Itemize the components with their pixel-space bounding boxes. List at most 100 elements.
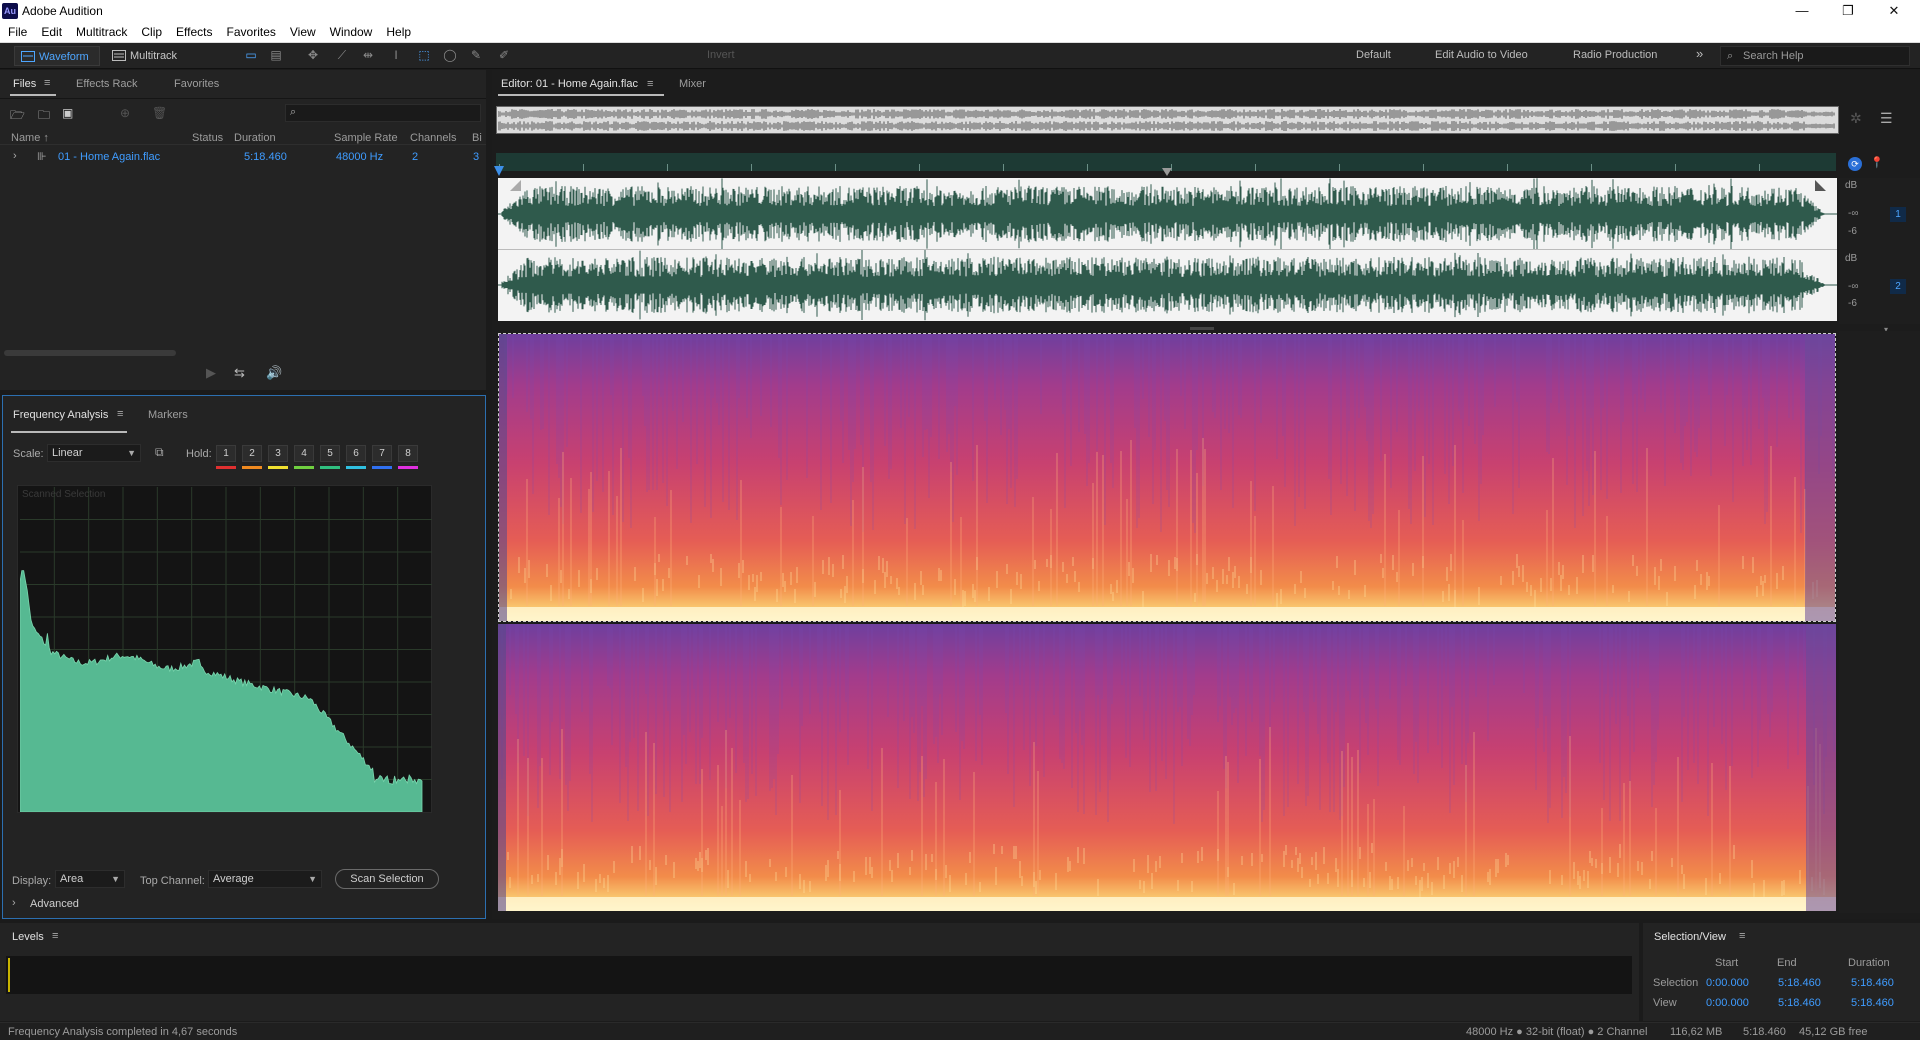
expand-chevron-icon[interactable]: › <box>13 150 17 162</box>
tab-markers[interactable]: Markers <box>148 409 188 421</box>
hold-button-1[interactable]: 1 <box>216 445 236 462</box>
advanced-toggle[interactable]: Advanced <box>30 898 79 910</box>
slip-tool-icon[interactable]: ⇹ <box>360 48 376 63</box>
files-horizontal-scrollbar[interactable] <box>4 350 176 356</box>
menu-view[interactable]: View <box>282 22 322 39</box>
menu-effects[interactable]: Effects <box>168 22 218 39</box>
column-sample-rate[interactable]: Sample Rate <box>334 132 398 144</box>
brush-selection-icon[interactable]: ✎ <box>468 48 484 63</box>
display-dropdown[interactable]: Area ▼ <box>55 870 125 888</box>
multitrack-mode-button[interactable]: Multitrack <box>106 46 187 66</box>
chevron-down-icon: ▼ <box>308 874 317 884</box>
advanced-chevron-icon[interactable]: › <box>12 897 16 909</box>
waveform-mode-button[interactable]: Waveform <box>14 46 100 66</box>
panel-menu-icon[interactable]: ≡ <box>647 78 653 90</box>
tab-selection-view[interactable]: Selection/View <box>1654 931 1726 943</box>
tab-effects-rack[interactable]: Effects Rack <box>76 78 138 90</box>
view-splitter[interactable] <box>1190 327 1214 330</box>
selection-start[interactable]: 0:00.000 <box>1706 977 1749 989</box>
invert-button[interactable]: Invert <box>707 49 735 61</box>
loop-preview-icon[interactable]: ⇆ <box>234 365 245 381</box>
waveform-icon <box>21 51 35 62</box>
razor-tool-icon[interactable]: ⟋ <box>334 48 350 63</box>
spot-healing-icon[interactable]: ✐ <box>496 48 512 63</box>
time-selection-icon[interactable]: I <box>388 48 404 63</box>
pin-icon[interactable]: 📍 <box>1870 156 1884 169</box>
spectral-pitch-icon[interactable]: ▤ <box>268 48 284 63</box>
menu-clip[interactable]: Clip <box>133 22 168 39</box>
channel-1-badge[interactable]: 1 <box>1890 207 1906 222</box>
view-duration[interactable]: 5:18.460 <box>1851 997 1894 1009</box>
timeline-tick <box>1507 164 1508 171</box>
spectrum-area <box>20 570 423 812</box>
move-tool-icon[interactable]: ✥ <box>305 48 321 63</box>
layout-toggle-icon[interactable]: ☰ <box>1880 110 1893 127</box>
scale-dropdown[interactable]: Linear ▼ <box>47 444 141 462</box>
import-file-icon[interactable]: 🗀 <box>38 106 50 127</box>
minimize-button[interactable]: — <box>1780 0 1824 22</box>
hold-button-8[interactable]: 8 <box>398 445 418 462</box>
menu-window[interactable]: Window <box>322 22 379 39</box>
panel-menu-icon[interactable]: ≡ <box>1739 930 1745 942</box>
sync-icon[interactable]: ⟳ <box>1848 157 1862 171</box>
status-duration: 5:18.460 <box>1743 1026 1786 1038</box>
play-preview-icon[interactable]: ▶ <box>206 365 216 381</box>
close-button[interactable]: ✕ <box>1872 0 1916 22</box>
volume-icon[interactable]: 🔊 <box>266 365 282 381</box>
menu-multitrack[interactable]: Multitrack <box>68 22 133 39</box>
insert-into-multitrack-icon[interactable]: ⊕ <box>120 106 130 120</box>
tab-mixer[interactable]: Mixer <box>679 78 706 90</box>
file-duration: 5:18.460 <box>244 151 287 163</box>
hold-button-5[interactable]: 5 <box>320 445 340 462</box>
spectral-fade-out <box>1805 334 1835 621</box>
tab-levels[interactable]: Levels <box>12 931 44 943</box>
overview-waveform <box>498 109 1835 131</box>
status-bar: Frequency Analysis completed in 4,67 sec… <box>0 1022 1920 1040</box>
tab-editor[interactable]: Editor: 01 - Home Again.flac <box>501 78 638 90</box>
workspace-default[interactable]: Default <box>1356 49 1391 61</box>
column-bits[interactable]: Bi <box>472 132 482 144</box>
top-channel-dropdown[interactable]: Average ▼ <box>208 870 322 888</box>
menu-edit[interactable]: Edit <box>33 22 68 39</box>
column-channels[interactable]: Channels <box>410 132 456 144</box>
files-search-input[interactable]: ⌕ <box>285 104 481 122</box>
panel-menu-icon[interactable]: ≡ <box>117 408 123 420</box>
hold-button-3[interactable]: 3 <box>268 445 288 462</box>
tab-frequency-analysis[interactable]: Frequency Analysis <box>13 409 108 421</box>
column-status[interactable]: Status <box>192 132 223 144</box>
panel-menu-icon[interactable]: ≡ <box>52 930 58 942</box>
selection-duration[interactable]: 5:18.460 <box>1851 977 1894 989</box>
tab-favorites[interactable]: Favorites <box>174 78 219 90</box>
workspace-radio-production[interactable]: Radio Production <box>1573 49 1657 61</box>
new-file-icon[interactable]: ▣ <box>62 106 73 120</box>
hold-color-4 <box>294 466 314 469</box>
view-end[interactable]: 5:18.460 <box>1778 997 1821 1009</box>
panel-menu-icon[interactable]: ≡ <box>44 77 50 89</box>
workspace-edit-audio-to-video[interactable]: Edit Audio to Video <box>1435 49 1528 61</box>
column-name[interactable]: Name ↑ <box>11 132 49 144</box>
open-file-icon[interactable]: 🗁 <box>10 106 25 127</box>
menu-favorites[interactable]: Favorites <box>219 22 282 39</box>
menu-help[interactable]: Help <box>378 22 417 39</box>
hold-button-4[interactable]: 4 <box>294 445 314 462</box>
delete-file-icon[interactable]: 🗑 <box>152 106 167 120</box>
maximize-button[interactable]: ❐ <box>1826 0 1870 22</box>
column-duration[interactable]: Duration <box>234 132 276 144</box>
workspaces-overflow-button[interactable]: » <box>1696 46 1703 61</box>
hold-button-2[interactable]: 2 <box>242 445 262 462</box>
selection-end[interactable]: 5:18.460 <box>1778 977 1821 989</box>
view-start[interactable]: 0:00.000 <box>1706 997 1749 1009</box>
file-row[interactable]: › ⊪ 01 - Home Again.flac 5:18.460 48000 … <box>0 150 486 166</box>
snapshot-icon[interactable]: ⧉ <box>155 445 164 460</box>
spectral-display-icon[interactable]: ▭ <box>243 48 259 63</box>
search-help-input[interactable]: ⌕ Search Help <box>1720 46 1910 66</box>
channel-2-badge[interactable]: 2 <box>1890 279 1906 294</box>
scan-selection-button[interactable]: Scan Selection <box>335 869 439 889</box>
hold-button-7[interactable]: 7 <box>372 445 392 462</box>
tab-files[interactable]: Files <box>13 78 36 90</box>
zoom-settings-icon[interactable]: ✲ <box>1850 110 1862 127</box>
lasso-selection-icon[interactable]: ◯ <box>442 48 458 63</box>
marquee-selection-icon[interactable]: ⬚ <box>416 48 432 63</box>
hold-button-6[interactable]: 6 <box>346 445 366 462</box>
menu-file[interactable]: File <box>0 22 33 39</box>
